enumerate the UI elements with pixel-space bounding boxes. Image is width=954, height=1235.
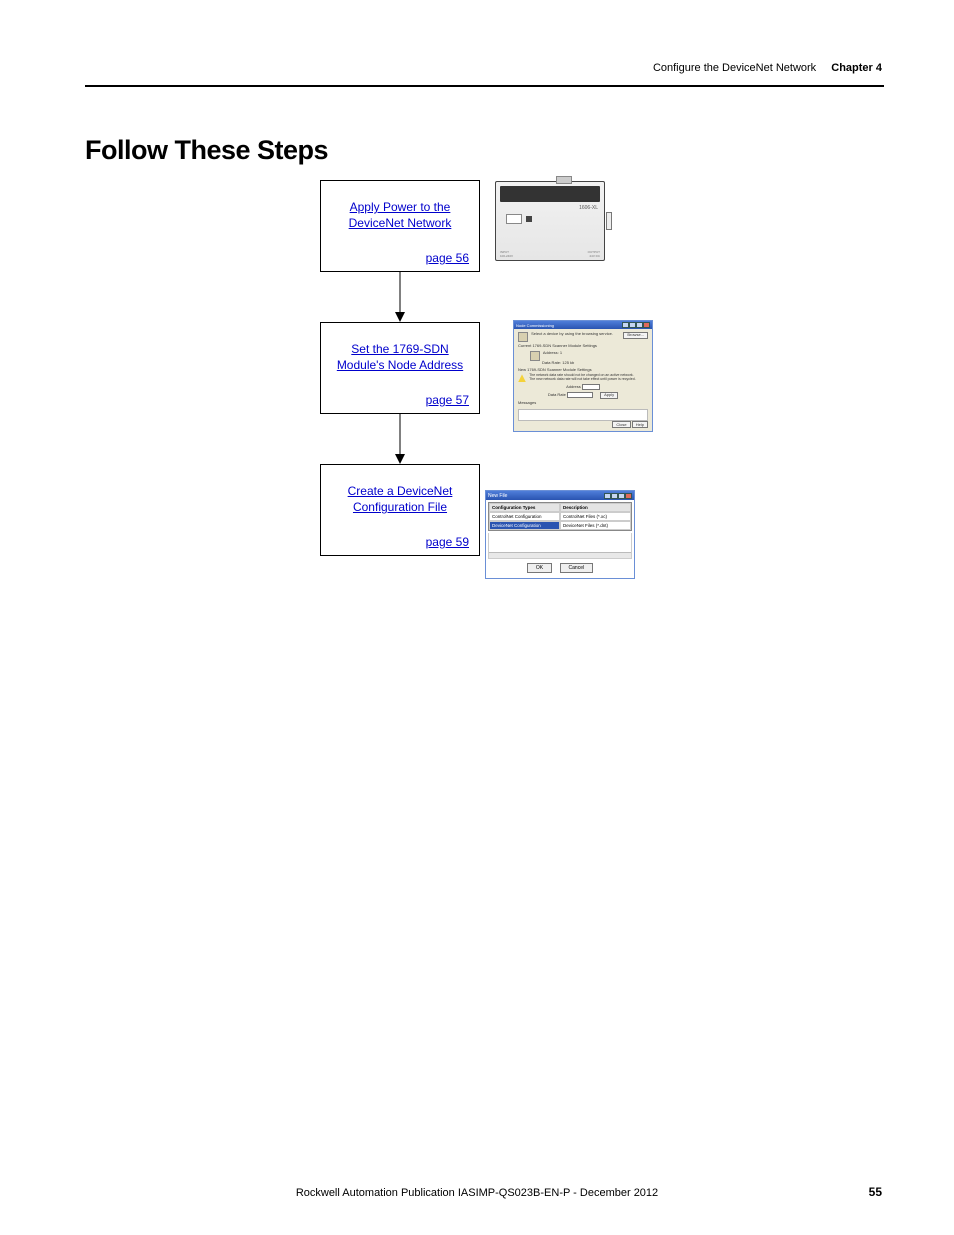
flow-step-1: Apply Power to the DeviceNet Network pag… — [320, 180, 480, 272]
restore-icon[interactable] — [611, 493, 618, 499]
dialog3-titlebar: New File — [486, 491, 634, 500]
flow-step-3: Create a DeviceNet Configuration File pa… — [320, 464, 480, 556]
dialog2-instruction: Select a device by using the browsing se… — [531, 331, 613, 336]
grid-row2-desc: DeviceNet Files (*.dnt) — [560, 521, 631, 530]
header-rule — [85, 85, 884, 87]
current-rate-label: Data Rate — [542, 360, 560, 365]
psu-top-vent — [500, 186, 600, 202]
apply-button[interactable]: Apply — [600, 392, 618, 399]
close-button[interactable]: Close — [612, 421, 630, 428]
psu-model-label: 1606-XL — [579, 206, 598, 211]
dialog3: New File Configuration Types Description… — [485, 490, 635, 579]
max-icon[interactable] — [618, 493, 625, 499]
max-icon[interactable] — [629, 322, 636, 328]
new-rate-select[interactable] — [567, 392, 593, 398]
psu-side-tab — [606, 212, 612, 230]
flow-step-2-link[interactable]: Set the 1769-SDN Module's Node Address — [321, 323, 479, 373]
dialog3-grid: Configuration Types Description ControlN… — [488, 502, 632, 531]
page-title: Follow These Steps — [85, 135, 328, 166]
grid-header-desc: Description — [560, 503, 631, 512]
flow-step-1-page[interactable]: page 56 — [426, 251, 469, 265]
footer-page-number: 55 — [869, 1185, 882, 1199]
grid-row1-type[interactable]: ControlNet Configuration — [489, 512, 560, 521]
dialog2-current-header: Current 1769-SDN Scanner Module Settings — [518, 344, 648, 349]
psu-foot-right: OUTPUT24V DC — [560, 251, 600, 258]
running-header: Configure the DeviceNet Network Chapter … — [653, 62, 882, 74]
footer-publication: Rockwell Automation Publication IASIMP-Q… — [0, 1187, 954, 1199]
help-icon[interactable] — [636, 322, 643, 328]
flow-connector-1 — [300, 272, 500, 322]
thumb-node-commissioning-dialog: Node Commissioning Select a device by us… — [513, 320, 653, 432]
min-icon[interactable] — [604, 493, 611, 499]
dialog2-new-header: New 1769-SDN Scanner Module Settings — [518, 368, 648, 373]
current-rate-value: 125 kb — [562, 360, 574, 365]
current-address-label: Address — [543, 350, 558, 355]
help-button[interactable]: Help — [632, 421, 648, 428]
thumb-new-file-dialog: New File Configuration Types Description… — [485, 490, 635, 580]
grid-row2-type[interactable]: DeviceNet Configuration — [489, 521, 560, 530]
new-address-label: Address — [566, 384, 581, 389]
flow-connector-2 — [300, 414, 500, 464]
messages-area — [518, 409, 648, 421]
min-icon[interactable] — [622, 322, 629, 328]
close-icon[interactable] — [625, 493, 632, 499]
messages-label: Messages — [518, 401, 648, 406]
dialog3-title-text: New File — [488, 493, 507, 499]
grid-row1-desc: ControlNet Files (*.xc) — [560, 512, 631, 521]
ok-button[interactable]: OK — [527, 563, 552, 573]
dialog3-window-controls — [604, 493, 632, 499]
psu-foot-left: INPUT100-240V — [500, 251, 540, 258]
new-address-input[interactable] — [582, 384, 600, 390]
flowchart: Apply Power to the DeviceNet Network pag… — [300, 180, 500, 556]
psu-port — [506, 214, 522, 224]
dialog2-title-text: Node Commissioning — [516, 323, 554, 328]
psu-led — [526, 216, 532, 222]
header-section: Configure the DeviceNet Network — [653, 62, 816, 74]
module-icon — [530, 351, 540, 361]
dialog2-titlebar: Node Commissioning — [514, 321, 652, 329]
dialog2-warning-text: The network data rate should not be chan… — [529, 374, 639, 382]
flow-step-1-link[interactable]: Apply Power to the DeviceNet Network — [321, 181, 479, 231]
thumb-power-supply: 1606-XL INPUT100-240V OUTPUT24V DC — [485, 175, 625, 275]
flow-step-3-link[interactable]: Create a DeviceNet Configuration File — [321, 465, 479, 515]
dialog2-body: Select a device by using the browsing se… — [514, 329, 652, 431]
warning-icon — [518, 374, 526, 382]
flow-step-3-page[interactable]: page 59 — [426, 535, 469, 549]
header-chapter: Chapter 4 — [831, 62, 882, 74]
flow-step-2-page[interactable]: page 57 — [426, 393, 469, 407]
grid-header-types: Configuration Types — [489, 503, 560, 512]
current-address-value: 1 — [560, 350, 562, 355]
psu-body: 1606-XL INPUT100-240V OUTPUT24V DC — [495, 181, 605, 261]
new-rate-label: Data Rate — [548, 392, 566, 397]
close-icon[interactable] — [643, 322, 650, 328]
cancel-button[interactable]: Cancel — [560, 563, 594, 573]
device-icon — [518, 332, 528, 342]
dialog2-window-controls — [622, 322, 650, 328]
browse-button[interactable]: Browse... — [623, 332, 648, 339]
flow-step-2: Set the 1769-SDN Module's Node Address p… — [320, 322, 480, 414]
dialog3-list-blank — [488, 533, 632, 559]
